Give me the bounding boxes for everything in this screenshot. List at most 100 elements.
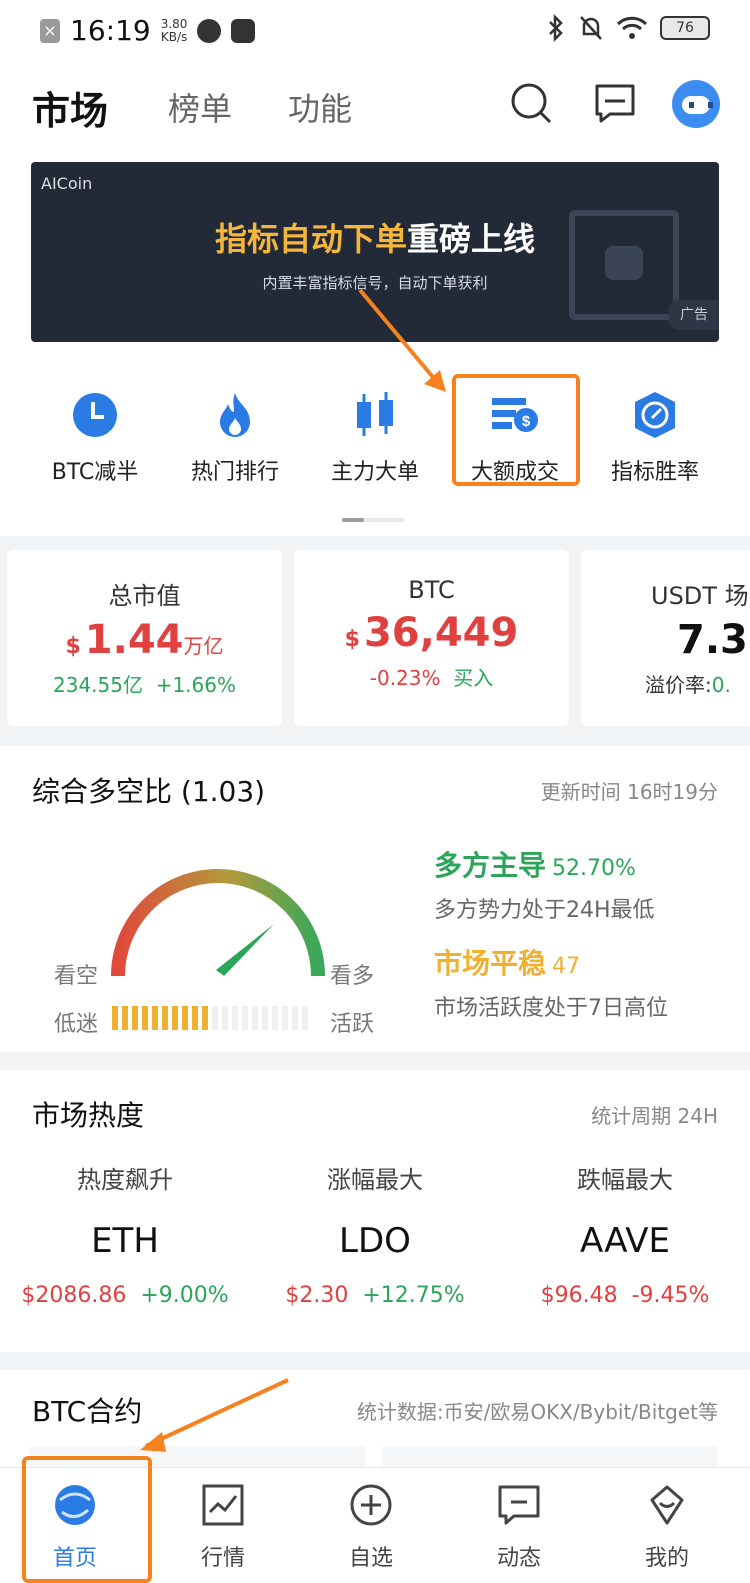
market-label: 市场平稳 [434,947,547,980]
shortcut-major-orders[interactable]: 主力大单 [310,390,440,486]
bull-label: 多方主导 [434,849,547,882]
shortcut-label: 主力大单 [330,460,419,485]
activity-high-label: 活跃 [330,1012,375,1037]
stat-sub2: 买入 [453,666,494,690]
heat-change: +9.00% [140,1283,229,1308]
activity-bar [112,1006,308,1030]
banner-logo: AICoin [41,174,93,193]
highlight-box-home [22,1456,152,1583]
activity-low-label: 低迷 [54,1012,99,1037]
market-heat-period: 统计周期 24H [591,1104,718,1128]
market-stability: 市场平稳 47 [434,942,580,982]
network-speed-unit: KB/s [160,29,188,44]
promo-banner[interactable]: AICoin 指标自动下单重磅上线 内置丰富指标信号，自动下单获利 广告 [31,162,719,342]
activity-segment [222,1006,228,1030]
gauge-arc [111,869,325,977]
stat-meta: 溢价率:0. [645,669,750,698]
tab-features[interactable]: 功能 [288,84,352,130]
tab-label: 自选 [348,1546,393,1571]
search-icon[interactable] [508,80,554,126]
heat-coin: ETH [91,1221,159,1261]
stat-currency: $ [344,627,360,652]
activity-segment [162,1006,168,1030]
stat-card-usdt[interactable]: USDT 场 7.33 溢价率:0. [581,550,750,726]
ad-badge: 广告 [669,300,719,330]
app-notification-icon [197,18,222,43]
btc-contract-section[interactable]: BTC合约 统计数据:币安/欧易OKX/Bybit/Bitget等 [0,1370,750,1470]
banner-headline-highlight: 指标自动下单 [214,220,407,258]
heat-coin: AAVE [579,1221,671,1261]
stat-title: USDT 场 [651,582,749,610]
stat-title: 总市值 [108,582,181,610]
activity-segment [202,1006,208,1030]
activity-segment [132,1006,138,1030]
activity-segment [252,1006,258,1030]
activity-segment [292,1006,298,1030]
tab-rankings[interactable]: 榜单 [168,84,232,130]
status-time: 16:19 [70,14,151,47]
highlight-box-large-trades [452,374,580,486]
stat-sub1: -0.23% [369,666,441,690]
shortcut-label: 指标胜率 [610,460,699,485]
activity-segment [182,1006,188,1030]
activity-segment [262,1006,268,1030]
gauge-icon [635,392,675,438]
network-speed: 3.80 KB/s [160,16,188,44]
market-heat-section: 市场热度 统计周期 24H 热度飙升 ETH $2086.86 +9.00% 涨… [0,1070,750,1352]
heat-header: 跌幅最大 [577,1166,673,1194]
market-heat-title: 市场热度 [32,1099,145,1132]
btc-contract-title: BTC合约 [32,1395,143,1428]
activity-segment [242,1006,248,1030]
heat-price-row: $2.30 +12.75% [250,1283,500,1308]
tab-quotes[interactable]: 行情 [148,1482,298,1572]
stat-number: 7.33 [677,617,750,663]
status-right: 76 [546,14,710,42]
tab-watchlist[interactable]: 自选 [296,1482,446,1572]
stat-card-market-cap[interactable]: 总市值 $1.44万亿 234.55亿 +1.66% [7,550,282,726]
stat-number: 1.44 [84,617,184,663]
stat-sub2: +1.66% [155,673,236,697]
stat-card-btc[interactable]: BTC $36,449 -0.23% 买入 [294,550,569,726]
activity-segment [172,1006,178,1030]
shortcut-hot-ranking[interactable]: 热门排行 [170,390,300,486]
heat-header: 热度飙升 [77,1166,173,1194]
heat-col-trending[interactable]: 热度飙升 ETH $2086.86 +9.00% [0,1160,250,1308]
stat-value: $36,449 [294,610,569,656]
plus-circle-icon [350,1484,392,1526]
page-indicator [342,518,404,522]
heat-header: 涨幅最大 [327,1166,423,1194]
heat-col-top-gainer[interactable]: 涨幅最大 LDO $2.30 +12.75% [250,1160,500,1308]
media-notification-icon [231,18,256,43]
shortcut-indicator-winrate[interactable]: 指标胜率 [590,390,720,486]
shortcut-btc-halving[interactable]: BTC减半 [30,390,160,486]
chart-icon [202,1484,244,1526]
activity-segment [192,1006,198,1030]
tab-feed[interactable]: 动态 [444,1482,594,1572]
activity-segment [232,1006,238,1030]
gauge-bullish-label: 看多 [330,964,375,989]
btc-contract-source: 统计数据:币安/欧易OKX/Bybit/Bitget等 [356,1400,718,1424]
heat-price: $2086.86 [21,1283,127,1308]
activity-segment [142,1006,148,1030]
shortcut-label: BTC减半 [51,460,139,485]
long-short-section[interactable]: 综合多空比 (1.03) 更新时间 16时19分 看空 看多 低迷 活跃 多方主… [0,746,750,1052]
banner-subtitle: 内置丰富指标信号，自动下单获利 [262,274,488,292]
network-speed-value: 3.80 [160,16,188,31]
message-icon[interactable] [592,80,638,126]
stat-sub1: 溢价率: [645,673,712,697]
flame-icon [220,393,250,437]
tab-market[interactable]: 市场 [32,80,108,135]
heat-col-top-loser[interactable]: 跌幅最大 AAVE $96.48 -9.45% [500,1160,750,1308]
candlestick-icon [357,392,393,436]
activity-segment [302,1006,308,1030]
clock-icon [73,393,117,437]
user-avatar[interactable] [672,80,720,128]
heat-price: $96.48 [540,1283,618,1308]
tab-profile[interactable]: 我的 [592,1482,742,1572]
banner-section: AICoin 指标自动下单重磅上线 内置丰富指标信号，自动下单获利 广告 BTC… [0,160,750,536]
stat-unit: 万亿 [183,634,224,658]
shortcut-row: BTC减半 热门排行 主力大单 $ 大额成交 指标胜率 [0,390,750,500]
heat-price: $2.30 [285,1283,349,1308]
close-notification-icon: × [40,18,60,43]
heat-coin: LDO [339,1221,411,1261]
